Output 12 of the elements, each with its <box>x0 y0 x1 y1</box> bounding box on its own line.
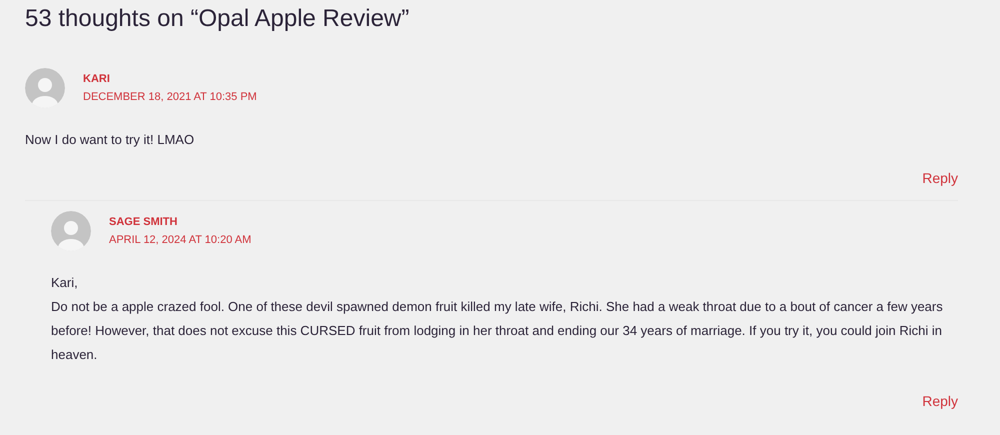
comment-date[interactable]: DECEMBER 18, 2021 AT 10:35 PM <box>83 91 257 103</box>
comment-text: Kari, <box>51 274 79 292</box>
comment-author[interactable]: KARI <box>83 73 257 85</box>
comment-text: Now I do want to try it! LMAO <box>25 131 196 149</box>
avatar-icon <box>51 211 91 251</box>
comments-heading: 53 thoughts on “Opal Apple Review” <box>25 4 410 34</box>
reply-link[interactable]: Reply <box>922 170 958 186</box>
avatar-icon <box>25 68 65 108</box>
reply-link[interactable]: Reply <box>922 393 958 409</box>
comment-text: Do not be a apple crazed fool. One of these devil spawned demon fruit killed my late wife, Richi. She had a weak throat due to a bout of cancer a few years before! However, that does not excuse this CURSED fruit from lodging in her throat and ending our 34 years of marriage. If you try it, you could join Richi in heaven. <box>51 298 944 364</box>
comment-date[interactable]: APRIL 12, 2024 AT 10:20 AM <box>109 234 252 246</box>
comment-author[interactable]: SAGE SMITH <box>109 216 252 228</box>
